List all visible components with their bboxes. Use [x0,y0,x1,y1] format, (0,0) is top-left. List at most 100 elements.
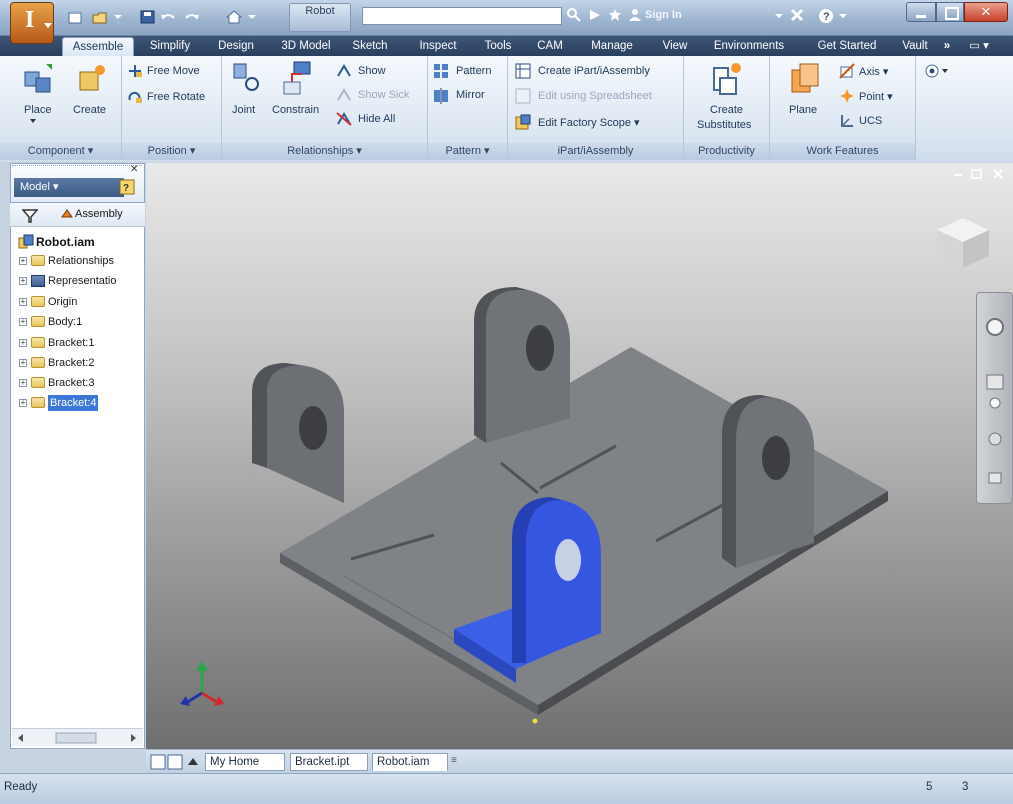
panel-title-relationships[interactable]: Relationships ▾ [222,143,427,160]
dropdown-icon[interactable] [114,9,122,23]
doc-tab-robot-iam-active[interactable]: Robot.iam [372,753,448,771]
open-icon[interactable] [92,10,108,24]
tab-sketch[interactable]: Sketch [346,37,394,56]
tab-cam[interactable]: CAM [532,37,568,56]
customize-ribbon-icon[interactable] [924,63,952,79]
redo-icon[interactable] [184,10,200,24]
tab-tools[interactable]: Tools [478,37,518,56]
robot-assembly-model[interactable] [146,163,1013,749]
create-substitutes-label-1[interactable]: Create [710,104,743,116]
mirror-button[interactable]: Mirror [456,89,485,101]
show-sick-button[interactable]: Show Sick [358,89,409,101]
tab-3d-model[interactable]: 3D Model [276,37,336,56]
browser-menu-icon[interactable]: ? [119,179,135,195]
filter-icon[interactable] [21,208,39,224]
browser-item-label: Relationships [48,255,115,267]
expand-icon[interactable]: + [19,399,27,407]
maximize-button[interactable] [936,2,964,22]
edit-factory-icon [515,114,531,130]
expand-icon[interactable]: + [19,318,27,326]
tab-environments[interactable]: Environments [706,37,792,56]
doc-tab-my-home[interactable]: My Home [205,753,285,771]
save-icon[interactable] [140,10,156,24]
edit-factory-scope-button[interactable]: Edit Factory Scope ▾ [538,116,640,129]
free-move-button[interactable]: Free Move [147,65,200,77]
assembly-root-label[interactable]: Robot.iam [36,235,95,249]
panel-title-component[interactable]: Component ▾ [0,143,121,160]
status-count-1: 5 [926,781,933,793]
ucs-button[interactable]: UCS [859,115,882,127]
doc-tab-bracket-ipt[interactable]: Bracket.ipt [290,753,368,771]
tab-get-started[interactable]: Get Started [810,37,884,56]
axis-button[interactable]: Axis ▾ [859,65,888,78]
document-title-text: Robot [305,5,335,17]
plane-button[interactable]: Plane [789,104,817,116]
panel-title-pattern[interactable]: Pattern ▾ [428,143,507,160]
hide-all-button[interactable]: Hide All [358,113,395,125]
new-icon[interactable] [68,10,84,24]
browser-grip[interactable] [12,165,142,173]
dropdown-icon[interactable] [772,8,786,22]
edit-spreadsheet-button[interactable]: Edit using Spreadsheet [538,90,652,102]
dropdown-icon[interactable] [248,9,256,23]
point-button[interactable]: Point ▾ [859,90,893,103]
tab-view[interactable]: View [656,37,694,56]
home-icon[interactable] [225,10,243,24]
panel-title-ipart: iPart/iAssembly [508,143,683,160]
tab-inspect[interactable]: Inspect [412,37,464,56]
tab-close-icon[interactable]: ≡ [451,755,457,766]
tab-layout-icons[interactable] [150,754,200,770]
sign-in-link[interactable]: Sign In [645,6,709,24]
expand-icon[interactable]: + [19,339,27,347]
free-rotate-button[interactable]: Free Rotate [147,91,205,103]
constrain-button[interactable]: Constrain [272,104,319,116]
ribbon-display-options-icon[interactable]: ▭ ▾ [962,37,996,56]
browser-model-dropdown[interactable]: Model ▾ [14,178,124,197]
axis-icon [839,63,855,79]
bracket-1[interactable] [252,363,344,503]
svg-text:?: ? [823,11,830,23]
undo-icon[interactable] [160,10,176,24]
help-search-input[interactable] [362,7,562,25]
expand-icon[interactable]: + [19,379,27,387]
expand-icon[interactable]: + [19,359,27,367]
browser-horizontal-scrollbar[interactable] [12,728,143,746]
create-substitutes-label-2[interactable]: Substitutes [697,119,751,131]
viewport-window-controls[interactable] [952,168,1008,182]
show-button[interactable]: Show [358,65,386,77]
search-icon[interactable] [567,8,581,22]
help-icon[interactable]: ? [818,8,833,23]
application-menu-button[interactable]: I [10,2,54,44]
bracket-3[interactable] [722,395,814,568]
star-icon[interactable] [608,8,622,22]
minimize-button[interactable] [906,2,936,22]
create-ipart-button[interactable]: Create iPart/iAssembly [538,65,650,77]
tab-manage[interactable]: Manage [584,37,640,56]
exchange-apps-icon[interactable] [790,8,804,22]
assembly-view-label[interactable]: Assembly [75,208,123,220]
dropdown-icon[interactable] [836,8,850,22]
tab-assemble[interactable]: Assemble [62,37,134,56]
navigation-bar[interactable] [976,292,1013,504]
chevron-down-icon [30,119,36,123]
close-icon[interactable]: ✕ [130,164,138,175]
bracket-2[interactable] [474,287,570,443]
panel-title-position[interactable]: Position ▾ [122,143,221,160]
create-component-button[interactable]: Create [73,104,106,116]
show-sick-icon [336,88,352,102]
pattern-button[interactable]: Pattern [456,65,491,77]
user-icon[interactable] [628,8,642,22]
close-button[interactable]: ✕ [964,2,1008,22]
expand-icon[interactable]: + [19,298,27,306]
place-button[interactable]: Place [24,104,52,116]
more-tabs-icon[interactable]: » [936,37,958,56]
joint-button[interactable]: Joint [232,104,255,116]
viewcube[interactable] [933,212,993,272]
tab-design[interactable]: Design [213,37,259,56]
expand-icon[interactable]: + [19,277,27,285]
tab-simplify[interactable]: Simplify [141,37,199,56]
expand-icon[interactable]: + [19,257,27,265]
document-title: Robot [289,3,351,32]
tab-vault[interactable]: Vault [896,37,934,56]
exchange-icon[interactable] [588,8,602,22]
